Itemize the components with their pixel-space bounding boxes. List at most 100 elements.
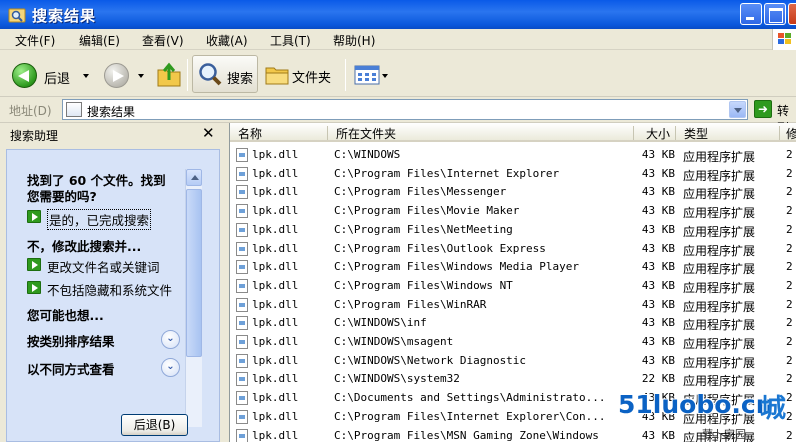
change-filename-link[interactable]: 更改文件名或关键词 [47,257,160,276]
address-label: 地址(D) [9,104,52,118]
back-label[interactable]: 后退 [44,68,70,87]
file-size: 43 KB [641,148,675,161]
search-pane-header: 搜索助理 ✕ [0,123,226,145]
file-date: 2 [786,148,793,161]
table-row[interactable]: lpk.dll C:\WINDOWS\inf 43 KB 应用程序扩展 2 [230,313,796,332]
file-size: 43 KB [641,241,675,255]
file-name: lpk.dll [252,335,299,348]
forward-dropdown-icon[interactable] [138,74,144,78]
back-arrow-icon[interactable] [12,63,37,88]
column-name-label: 名称 [238,127,263,141]
chevron-down-icon[interactable]: ⌄ [161,358,180,377]
file-date: 2 [786,335,793,348]
go-arrow-icon[interactable]: ➜ [754,100,772,118]
file-folder: C:\Program Files\Windows Media Player [334,260,580,274]
table-row[interactable]: lpk.dll C:\WINDOWS 43 KB 应用程序扩展 2 [230,145,796,164]
file-name: lpk.dll [252,241,299,255]
file-folder: C:\Program Files\Movie Maker [334,204,520,218]
views-dropdown-icon[interactable] [382,74,388,78]
watermark-sub: 萝卜家园 [702,428,746,441]
dll-file-icon [236,222,248,237]
menu-bar: 文件(F) 编辑(E) 查看(V) 收藏(A) 工具(T) 帮助(H) [0,29,796,50]
pane-scrollbar[interactable] [185,169,202,427]
pane-back-button[interactable]: 后退(B) [121,414,188,436]
maximize-button[interactable] [764,3,786,25]
file-size: 43 KB [641,353,675,367]
table-row[interactable]: lpk.dll C:\WINDOWS\system32 22 KB 应用程序扩展 2 [230,369,796,388]
search-button[interactable]: 搜索 [192,55,258,93]
folders-button[interactable]: 文件夹 [262,55,338,93]
table-row[interactable]: lpk.dll C:\WINDOWS\msagent 43 KB 应用程序扩展 2 [230,332,796,351]
dll-file-icon [236,335,248,349]
file-folder: C:\Program Files\Internet Explorer [334,166,560,180]
menu-file[interactable]: 文件(F) [15,32,55,49]
menu-help[interactable]: 帮助(H) [333,32,375,49]
yes-done-link[interactable]: 是的，已完成搜索 [47,209,152,230]
view-differently-link[interactable]: 以不同方式查看 [27,359,115,378]
address-value: 搜索结果 [87,105,136,119]
file-type: 应用程序扩展 [683,168,756,183]
close-button[interactable] [788,3,796,25]
file-type: 应用程序扩展 [683,318,756,333]
search-magnifier-icon [199,63,222,86]
windows-flag-icon [772,29,796,50]
file-folder: C:\Program Files\MSN Gaming Zone\Windows [334,428,599,442]
table-row[interactable]: lpk.dll C:\Program Files\WinRAR 43 KB 应用程序扩… [230,295,796,314]
table-row[interactable]: lpk.dll C:\Program Files\Internet Explore… [230,164,796,183]
table-row[interactable]: lpk.dll C:\Program Files\Movie Maker 43 KB… [230,201,796,220]
watermark-text: 51luobo.cn [618,390,774,419]
minimize-button[interactable] [740,3,762,25]
column-header-folder[interactable]: 所在文件夹 [328,123,634,142]
menu-edit[interactable]: 编辑(E) [79,32,120,49]
chevron-down-icon[interactable]: ⌄ [161,330,180,349]
file-size: 43 KB [641,335,675,348]
file-name: lpk.dll [252,391,299,405]
column-header-size[interactable]: 大小 [634,123,676,142]
file-date: 2 [786,260,793,274]
file-name: lpk.dll [252,185,299,199]
toolbar-separator [187,59,188,91]
file-type: 应用程序扩展 [683,355,756,370]
column-header-name[interactable]: 名称 [230,123,328,142]
file-folder: C:\WINDOWS\system32 [334,372,460,386]
file-size: 43 KB [641,260,675,274]
file-type: 应用程序扩展 [683,299,756,314]
table-row[interactable]: lpk.dll C:\Program Files\Windows Media Pl… [230,257,796,276]
also-want-heading: 您可能也想... [27,308,104,323]
views-icon[interactable] [354,65,380,85]
table-row[interactable]: lpk.dll C:\Program Files\NetMeeting 43 KB 应… [230,220,796,239]
close-pane-icon[interactable]: ✕ [202,124,215,142]
dll-file-icon [236,372,248,387]
column-header-date[interactable]: 修 [780,123,796,142]
table-row[interactable]: lpk.dll C:\Program Files\Windows NT 43 KB 应… [230,276,796,295]
dll-file-icon [236,204,248,219]
menu-tools[interactable]: 工具(T) [270,32,311,49]
table-row[interactable]: lpk.dll C:\Program Files\Messenger 43 KB 应用… [230,182,796,201]
file-folder: C:\WINDOWS\msagent [334,335,454,348]
scroll-up-icon[interactable] [186,169,202,186]
menu-favorites[interactable]: 收藏(A) [206,32,248,49]
table-row[interactable]: lpk.dll C:\Program Files\Outlook Express 4… [230,239,796,258]
table-row[interactable]: lpk.dll C:\WINDOWS\Network Diagnostic 43 K… [230,351,796,370]
scrollbar-thumb[interactable] [186,189,202,357]
forward-arrow-icon[interactable] [104,63,129,88]
address-dropdown-icon[interactable] [729,101,746,118]
file-type: 应用程序扩展 [683,187,756,202]
menu-view[interactable]: 查看(V) [142,32,184,49]
file-name: lpk.dll [252,353,299,367]
dll-file-icon [236,148,248,162]
file-folder: C:\WINDOWS\inf [334,316,427,330]
up-folder-icon[interactable] [156,60,182,88]
file-date: 2 [786,278,793,292]
search-label: 搜索 [227,72,254,87]
exclude-hidden-link[interactable]: 不包括隐藏和系统文件 [47,280,172,299]
back-dropdown-icon[interactable] [83,74,89,78]
file-folder: C:\Program Files\Messenger [334,185,507,199]
sort-by-category-link[interactable]: 按类别排序结果 [27,331,115,350]
file-folder: C:\WINDOWS [334,148,401,161]
file-size: 22 KB [641,372,675,386]
file-name: lpk.dll [252,409,299,423]
address-field[interactable]: 搜索结果 [62,99,748,120]
file-date: 2 [786,166,793,180]
column-header-type[interactable]: 类型 [676,123,780,142]
